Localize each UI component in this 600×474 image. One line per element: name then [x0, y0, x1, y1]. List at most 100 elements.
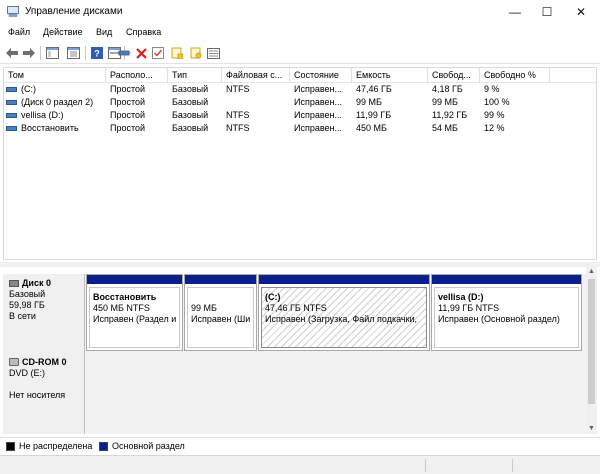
volume-list-header: Том Располо... Тип Файловая с... Состоян…: [4, 68, 596, 83]
primary-partition-swatch: [99, 442, 108, 451]
volume-name: (Диск 0 раздел 2): [21, 97, 94, 107]
partition-status: Исправен (Основной раздел): [438, 314, 560, 324]
volume-layout: Простой: [110, 110, 146, 120]
list-view-icon: [66, 47, 80, 59]
partition-body: 99 МБ Исправен (Ши: [187, 287, 254, 348]
console-tree-button[interactable]: [44, 45, 60, 61]
partition-status: Исправен (Ши: [191, 314, 251, 324]
view-list-button[interactable]: [205, 45, 221, 61]
volume-icon: [6, 113, 17, 118]
toolbar-separator: [40, 46, 41, 60]
volume-layout: Простой: [110, 84, 146, 94]
volume-type: Базовый: [172, 123, 209, 133]
volume-row[interactable]: vellisa (D:) Простой Базовый NTFS Исправ…: [4, 109, 596, 122]
toolbar: ?: [0, 42, 600, 64]
disk-name: Диск 0: [22, 278, 51, 288]
volume-icon: [6, 100, 17, 105]
partition-name: [191, 292, 253, 303]
column-header-free-space[interactable]: Свобод...: [428, 68, 480, 83]
volume-layout: Простой: [110, 123, 146, 133]
scroll-up-icon[interactable]: ▲: [586, 267, 597, 277]
legend-primary-partition: Основной раздел: [112, 441, 185, 451]
partition-name: (C:): [265, 292, 281, 302]
delete-button[interactable]: [133, 45, 149, 61]
hard-disk-icon: [9, 280, 19, 287]
help-button[interactable]: ?: [89, 45, 105, 61]
forward-button[interactable]: [21, 45, 37, 61]
partition-status: Исправен (Раздел и: [93, 314, 177, 324]
column-header-volume[interactable]: Том: [4, 68, 106, 83]
connect-disk-button[interactable]: [116, 45, 132, 61]
forward-icon: [23, 48, 35, 58]
column-header-status[interactable]: Состояние: [290, 68, 352, 83]
console-list-button[interactable]: [65, 45, 81, 61]
check-button[interactable]: [150, 45, 166, 61]
partition-size: 11,99 ГБ NTFS: [438, 303, 500, 313]
partition-c[interactable]: (C:) 47,46 ГБ NTFS Исправен (Загрузка, Ф…: [258, 274, 430, 351]
volume-filesystem: NTFS: [226, 110, 250, 120]
vertical-scrollbar[interactable]: ▲ ▼: [586, 267, 597, 434]
back-icon: [6, 48, 18, 58]
menu-view[interactable]: Вид: [96, 27, 112, 37]
console-tree-icon: [45, 47, 59, 59]
cd-drive-icon: [9, 358, 19, 366]
delete-icon: [135, 47, 147, 59]
cdrom-name: CD-ROM 0: [22, 357, 67, 367]
close-button[interactable]: ✕: [564, 0, 598, 24]
minimize-button[interactable]: —: [498, 0, 532, 24]
menu-action[interactable]: Действие: [43, 27, 83, 37]
partition-name: vellisa (D:): [438, 292, 484, 302]
scroll-thumb[interactable]: [588, 279, 595, 404]
volume-list[interactable]: Том Располо... Тип Файловая с... Состоян…: [3, 67, 597, 260]
volume-row[interactable]: (Диск 0 раздел 2) Простой Базовый Исправ…: [4, 96, 596, 109]
partition-d[interactable]: vellisa (D:) 11,99 ГБ NTFS Исправен (Осн…: [431, 274, 582, 351]
close-icon: ✕: [575, 5, 587, 19]
volume-row[interactable]: (C:) Простой Базовый NTFS Исправен... 47…: [4, 83, 596, 96]
disk-size: 59,98 ГБ: [9, 300, 45, 310]
primary-partition-bar: [87, 275, 182, 284]
menu-file[interactable]: Файл: [8, 27, 30, 37]
scroll-down-icon[interactable]: ▼: [586, 424, 597, 434]
volume-free-space: 54 МБ: [432, 123, 458, 133]
volume-percent-free: 9 %: [484, 84, 500, 94]
disk-graphical-view: Диск 0 Базовый 59,98 ГБ В сети Восстанов…: [3, 267, 597, 434]
disk-management-app-icon: [7, 6, 19, 17]
column-header-filesystem[interactable]: Файловая с...: [222, 68, 290, 83]
disk-label[interactable]: Диск 0 Базовый 59,98 ГБ В сети: [3, 274, 85, 351]
unallocated-swatch: [6, 442, 15, 451]
volume-filesystem: NTFS: [226, 84, 250, 94]
back-button[interactable]: [4, 45, 20, 61]
volume-percent-free: 100 %: [484, 97, 510, 107]
cdrom-label[interactable]: CD-ROM 0 DVD (E:) Нет носителя: [3, 351, 85, 434]
folder-button[interactable]: [169, 45, 185, 61]
volume-row[interactable]: Восстановить Простой Базовый NTFS Исправ…: [4, 122, 596, 135]
folder-open-icon: [190, 47, 202, 59]
partition-status: Исправен (Загрузка, Файл подкачки,: [265, 314, 418, 324]
volume-status: Исправен...: [294, 97, 343, 107]
volume-capacity: 47,46 ГБ: [356, 84, 392, 94]
folder-open-button[interactable]: [188, 45, 204, 61]
volume-status: Исправен...: [294, 84, 343, 94]
status-bar-divider: [425, 459, 426, 472]
column-header-layout[interactable]: Располо...: [106, 68, 168, 83]
partition-body: vellisa (D:) 11,99 ГБ NTFS Исправен (Осн…: [434, 287, 579, 348]
volume-type: Базовый: [172, 84, 209, 94]
volume-status: Исправен...: [294, 123, 343, 133]
window-title: Управление дисками: [25, 6, 123, 17]
maximize-button[interactable]: ☐: [530, 0, 564, 24]
disk-row: Диск 0 Базовый 59,98 ГБ В сети Восстанов…: [3, 274, 586, 351]
column-header-capacity[interactable]: Емкость: [352, 68, 428, 83]
status-bar-divider: [512, 459, 513, 472]
column-header-type[interactable]: Тип: [168, 68, 222, 83]
partition-efi[interactable]: 99 МБ Исправен (Ши: [184, 274, 257, 351]
volume-free-space: 99 МБ: [432, 97, 458, 107]
volume-status: Исправен...: [294, 110, 343, 120]
column-header-percent-free[interactable]: Свободно %: [480, 68, 550, 83]
volume-name: (C:): [21, 84, 36, 94]
partition-recovery[interactable]: Восстановить 450 МБ NTFS Исправен (Разде…: [86, 274, 183, 351]
partition-body: (C:) 47,46 ГБ NTFS Исправен (Загрузка, Ф…: [261, 287, 427, 348]
primary-partition-bar: [432, 275, 581, 284]
menu-help[interactable]: Справка: [126, 27, 161, 37]
volume-percent-free: 12 %: [484, 123, 505, 133]
partition-name: Восстановить: [93, 292, 157, 302]
